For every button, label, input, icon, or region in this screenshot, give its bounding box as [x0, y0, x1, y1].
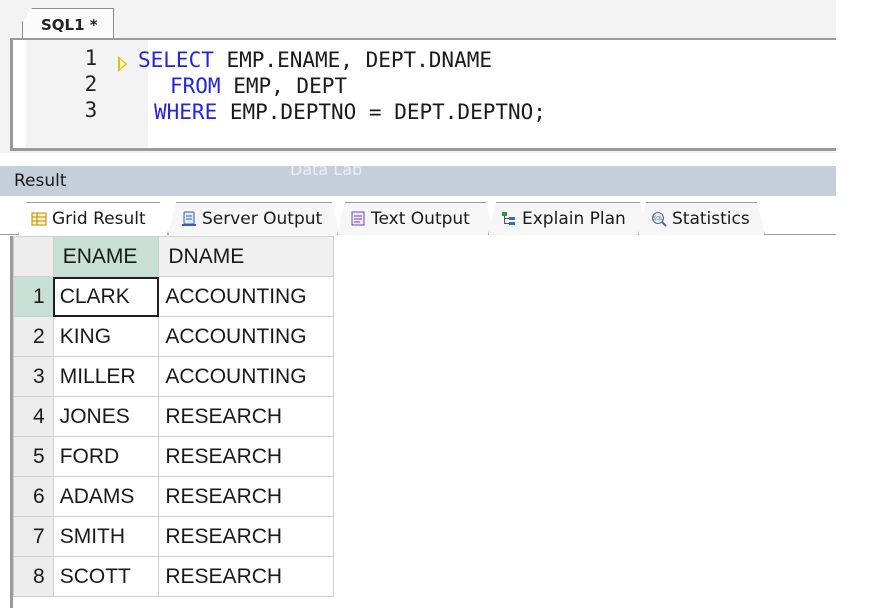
table-row[interactable]: 2 KING ACCOUNTING [13, 316, 334, 357]
line-number-gutter: 1 2 3 [26, 40, 148, 148]
table-row[interactable]: 4 JONES RESEARCH [13, 396, 334, 437]
code-line[interactable]: FROM EMP, DEPT [170, 74, 347, 98]
table-row[interactable]: 5 FORD RESEARCH [13, 436, 334, 477]
row-number[interactable]: 6 [13, 476, 54, 517]
result-panel-title: Result [14, 171, 67, 191]
tab-label: Server Output [202, 209, 323, 229]
cell-dname[interactable]: RESEARCH [158, 516, 334, 557]
tab-explain-plan[interactable]: Explain Plan [488, 202, 648, 235]
column-header-ename[interactable]: ENAME [52, 236, 160, 277]
cell-dname[interactable]: RESEARCH [158, 396, 334, 437]
row-number[interactable]: 1 [13, 276, 54, 317]
table-row[interactable]: 7 SMITH RESEARCH [13, 516, 334, 557]
line-number: 2 [84, 72, 98, 96]
tab-server-output[interactable]: Server Output [168, 202, 340, 235]
cell-ename[interactable]: CLARK [52, 276, 160, 317]
cell-dname[interactable]: ACCOUNTING [158, 316, 334, 357]
cell-dname[interactable]: RESEARCH [158, 436, 334, 477]
cell-ename[interactable]: MILLER [52, 356, 160, 397]
row-number[interactable]: 2 [13, 316, 54, 357]
sql-text: EMP, DEPT [220, 74, 348, 98]
row-number[interactable]: 8 [13, 556, 54, 597]
watermark: Data Lab [290, 160, 363, 179]
statistics-icon: SQL [651, 211, 667, 227]
cell-ename[interactable]: KING [52, 316, 160, 357]
line-number: 3 [84, 98, 98, 122]
cell-ename[interactable]: FORD [52, 436, 160, 477]
svg-text:SQL: SQL [653, 216, 663, 222]
row-number[interactable]: 5 [13, 436, 54, 477]
table-row[interactable]: 8 SCOTT RESEARCH [13, 556, 334, 597]
result-panel-header: Result [0, 166, 836, 196]
text-output-icon [350, 211, 366, 227]
table-row[interactable]: 3 MILLER ACCOUNTING [13, 356, 334, 397]
result-table: ENAME DNAME 1 CLARK ACCOUNTING 2 KING AC… [13, 236, 334, 597]
tab-grid-result[interactable]: Grid Result [18, 202, 168, 235]
cell-ename[interactable]: ADAMS [52, 476, 160, 517]
code-line[interactable]: WHERE EMP.DEPTNO = DEPT.DEPTNO; [154, 100, 546, 124]
server-icon [181, 211, 197, 227]
row-number[interactable]: 4 [13, 396, 54, 437]
sql-text: EMP.DEPTNO = DEPT.DEPTNO; [217, 100, 546, 124]
cell-dname[interactable]: RESEARCH [158, 476, 334, 517]
line-number: 1 [84, 46, 98, 70]
sql-keyword: WHERE [154, 100, 218, 124]
grid-corner-cell[interactable] [13, 236, 54, 277]
code-line[interactable]: SELECT EMP.ENAME, DEPT.DNAME [138, 48, 492, 72]
cell-dname[interactable]: ACCOUNTING [158, 356, 334, 397]
sql-editor-area: SQL1 * 1 2 3 SELECT EMP.ENAME, DEPT.DNAM… [0, 0, 836, 153]
tab-sql1-label: SQL1 * [41, 16, 98, 34]
cell-dname[interactable]: ACCOUNTING [158, 276, 334, 317]
tab-label: Explain Plan [522, 209, 626, 229]
grid-icon [31, 211, 47, 227]
result-grid[interactable]: ENAME DNAME 1 CLARK ACCOUNTING 2 KING AC… [10, 236, 334, 608]
cell-ename[interactable]: SCOTT [52, 556, 160, 597]
sql-keyword: FROM [170, 74, 221, 98]
sql-text: EMP.ENAME, DEPT.DNAME [213, 48, 493, 72]
tab-statistics[interactable]: SQL Statistics [638, 202, 765, 235]
tab-sql1[interactable]: SQL1 * [22, 8, 114, 39]
cell-ename[interactable]: JONES [52, 396, 160, 437]
table-row[interactable]: 6 ADAMS RESEARCH [13, 476, 334, 517]
tab-text-output[interactable]: Text Output [337, 202, 494, 235]
cell-ename[interactable]: SMITH [52, 516, 160, 557]
sql-keyword: SELECT [138, 48, 214, 72]
tab-label: Statistics [672, 209, 750, 229]
sql-editor[interactable]: 1 2 3 SELECT EMP.ENAME, DEPT.DNAME FROM … [10, 38, 836, 151]
column-header-dname[interactable]: DNAME [158, 236, 334, 277]
row-number[interactable]: 3 [13, 356, 54, 397]
row-number[interactable]: 7 [13, 516, 54, 557]
cell-dname[interactable]: RESEARCH [158, 556, 334, 597]
tab-label: Text Output [371, 209, 470, 229]
table-row[interactable]: 1 CLARK ACCOUNTING [13, 276, 334, 317]
explain-plan-icon [501, 211, 517, 227]
current-line-arrow-icon [118, 56, 127, 72]
tab-label: Grid Result [52, 209, 146, 229]
